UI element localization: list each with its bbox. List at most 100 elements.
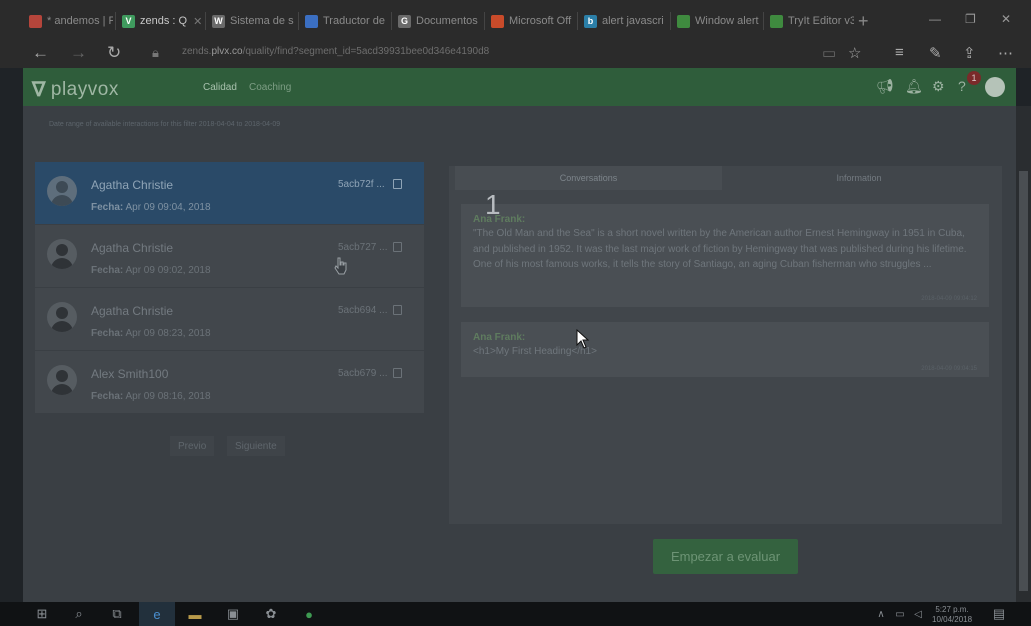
browser-tab-label: Microsoft Off (509, 15, 572, 27)
nav-coaching[interactable]: Coaching (249, 82, 291, 93)
app-icon[interactable]: ✿ (262, 606, 280, 622)
windows-start-icon[interactable]: ⊞ (33, 606, 51, 622)
reading-view-icon[interactable]: ▭ (822, 44, 836, 62)
next-page-button[interactable]: Siguiente (227, 436, 285, 456)
browser-tab-label: Sistema de s (230, 15, 294, 27)
close-window-button[interactable]: ✕ (1001, 12, 1011, 26)
notification-badge: 1 (967, 71, 981, 85)
action-center-icon[interactable]: ▤ (990, 606, 1008, 622)
bing-icon: b (584, 14, 597, 28)
conversation-detail-panel: Conversations Information Ana Frank: "Th… (449, 166, 1002, 524)
search-icon[interactable]: ⌕ (70, 606, 88, 622)
web-note-icon[interactable]: ✎ (929, 44, 942, 62)
browser-tab-8[interactable]: Window alert (677, 9, 761, 33)
playvox-logo[interactable]: ∇ playvox (32, 77, 119, 102)
avatar (47, 302, 77, 332)
hub-icon[interactable]: ≡ (895, 44, 904, 61)
w3schools-icon (770, 14, 783, 28)
conversation-item[interactable]: Agatha Christie Fecha: Apr 09 09:04, 201… (35, 162, 424, 225)
microsoft-icon (491, 14, 504, 28)
copy-icon[interactable] (393, 368, 402, 378)
user-avatar[interactable] (985, 77, 1005, 97)
copy-icon[interactable] (393, 179, 402, 189)
browser-tab-label: TryIt Editor v3 (788, 15, 854, 27)
gear-icon[interactable]: ⚙ (932, 78, 945, 95)
w3schools-icon (677, 14, 690, 28)
share-icon[interactable]: ⇪ (963, 44, 976, 62)
start-evaluation-button[interactable]: Empezar a evaluar (653, 539, 798, 574)
message-author: Ana Frank: (473, 214, 526, 225)
browser-tab-1[interactable]: * andemos | Pl (29, 9, 113, 33)
scrollbar-thumb[interactable] (1019, 171, 1028, 591)
volume-icon[interactable]: ◁ (909, 606, 927, 622)
logo-text: playvox (50, 78, 119, 100)
date-range-note: Date range of available interactions for… (49, 121, 281, 128)
refresh-icon[interactable]: ↻ (107, 43, 121, 63)
forward-icon[interactable]: → (70, 43, 87, 63)
translate-icon (305, 14, 318, 28)
conversation-name: Agatha Christie (91, 178, 174, 192)
conversation-item[interactable]: Agatha Christie Fecha: Apr 09 09:02, 201… (35, 225, 424, 288)
url-field[interactable]: zends.plvx.co/quality/find?segment_id=5a… (182, 46, 489, 57)
red-app-icon (29, 14, 42, 28)
message-text: <h1>My First Heading</h1> (473, 346, 597, 357)
message-text: "The Old Man and the Sea" is a short nov… (473, 228, 967, 270)
browser-tab-9[interactable]: TryIt Editor v3 (770, 9, 854, 33)
conversation-date: Fecha: Apr 09 08:16, 2018 (91, 391, 211, 402)
chat-message: Ana Frank: <h1>My First Heading</h1> 201… (461, 322, 989, 377)
conversation-item[interactable]: Alex Smith100 Fecha: Apr 09 08:16, 2018 … (35, 351, 424, 414)
new-tab-button[interactable]: + (858, 11, 869, 32)
conversation-date: Fecha: Apr 09 08:23, 2018 (91, 328, 211, 339)
avatar (47, 365, 77, 395)
task-view-icon[interactable]: ⧉ (108, 606, 126, 622)
browser-tab-6[interactable]: Microsoft Off (491, 9, 575, 33)
conversation-item[interactable]: Agatha Christie Fecha: Apr 09 08:23, 201… (35, 288, 424, 351)
store-icon[interactable]: ▣ (224, 606, 242, 622)
tab-conversations[interactable]: Conversations (455, 166, 722, 190)
windows-taskbar: ⊞ ⌕ ⧉ e ▬ ▣ ✿ ● ∧ ▭ ◁ 5:27 p.m. 10/04/201… (0, 602, 1031, 626)
browser-tab-2[interactable]: V zends : Q ✕ (122, 9, 202, 33)
conversation-id: 5acb694 ... (338, 305, 388, 316)
browser-tab-label: alert javascri (602, 15, 664, 27)
browser-tab-label: Traductor de (323, 15, 385, 27)
browser-tab-4[interactable]: Traductor de (305, 9, 389, 33)
avatar (47, 176, 77, 206)
more-icon[interactable]: ⋯ (998, 44, 1013, 62)
tab-information[interactable]: Information (722, 166, 996, 190)
browser-tab-bar: * andemos | Pl V zends : Q ✕ W Sistema d… (0, 0, 1031, 38)
megaphone-icon[interactable]: 📢︎ (876, 78, 894, 95)
help-icon[interactable]: ? (958, 78, 966, 94)
playvox-logo-icon: ∇ (32, 79, 46, 101)
network-icon[interactable]: ▭ (891, 606, 909, 622)
conversation-date: Fecha: Apr 09 09:04, 2018 (91, 202, 211, 213)
google-icon: G (398, 14, 411, 28)
favorite-star-icon[interactable]: ☆ (848, 44, 861, 62)
close-tab-icon[interactable]: ✕ (193, 15, 202, 28)
minimize-button[interactable]: — (929, 12, 941, 26)
nav-calidad[interactable]: Calidad (203, 82, 237, 93)
copy-icon[interactable] (393, 242, 402, 252)
back-icon[interactable]: ← (32, 43, 49, 63)
page-scrollbar[interactable] (1016, 106, 1031, 602)
message-time: 2018-04-09 09:04:12 (921, 296, 977, 302)
file-explorer-icon[interactable]: ▬ (186, 606, 204, 622)
wikipedia-icon: W (212, 14, 225, 28)
quality-find-page: Date range of available interactions for… (23, 106, 1016, 602)
browser-tab-7[interactable]: b alert javascri (584, 9, 668, 33)
tray-chevron-icon[interactable]: ∧ (872, 606, 890, 622)
copy-icon[interactable] (393, 305, 402, 315)
browser-tab-5[interactable]: G Documentos (398, 9, 482, 33)
edge-browser-icon[interactable]: e (148, 606, 166, 622)
bell-icon[interactable]: 🔔︎ (905, 78, 923, 95)
lock-icon: 🔒︎ (152, 45, 159, 60)
message-author: Ana Frank: (473, 332, 526, 343)
spotify-icon[interactable]: ● (300, 606, 318, 622)
previous-page-button[interactable]: Previo (170, 436, 215, 456)
address-bar-row: ← → ↻ 🔒︎ zends.plvx.co/quality/find?segm… (0, 38, 1031, 68)
hand-cursor-icon (334, 257, 347, 275)
conversation-name: Alex Smith100 (91, 367, 169, 381)
system-clock[interactable]: 5:27 p.m. 10/04/2018 (932, 605, 972, 625)
browser-tab-3[interactable]: W Sistema de s (212, 9, 296, 33)
browser-tab-label: Documentos (416, 15, 478, 27)
restore-button[interactable]: ❐ (965, 12, 976, 26)
